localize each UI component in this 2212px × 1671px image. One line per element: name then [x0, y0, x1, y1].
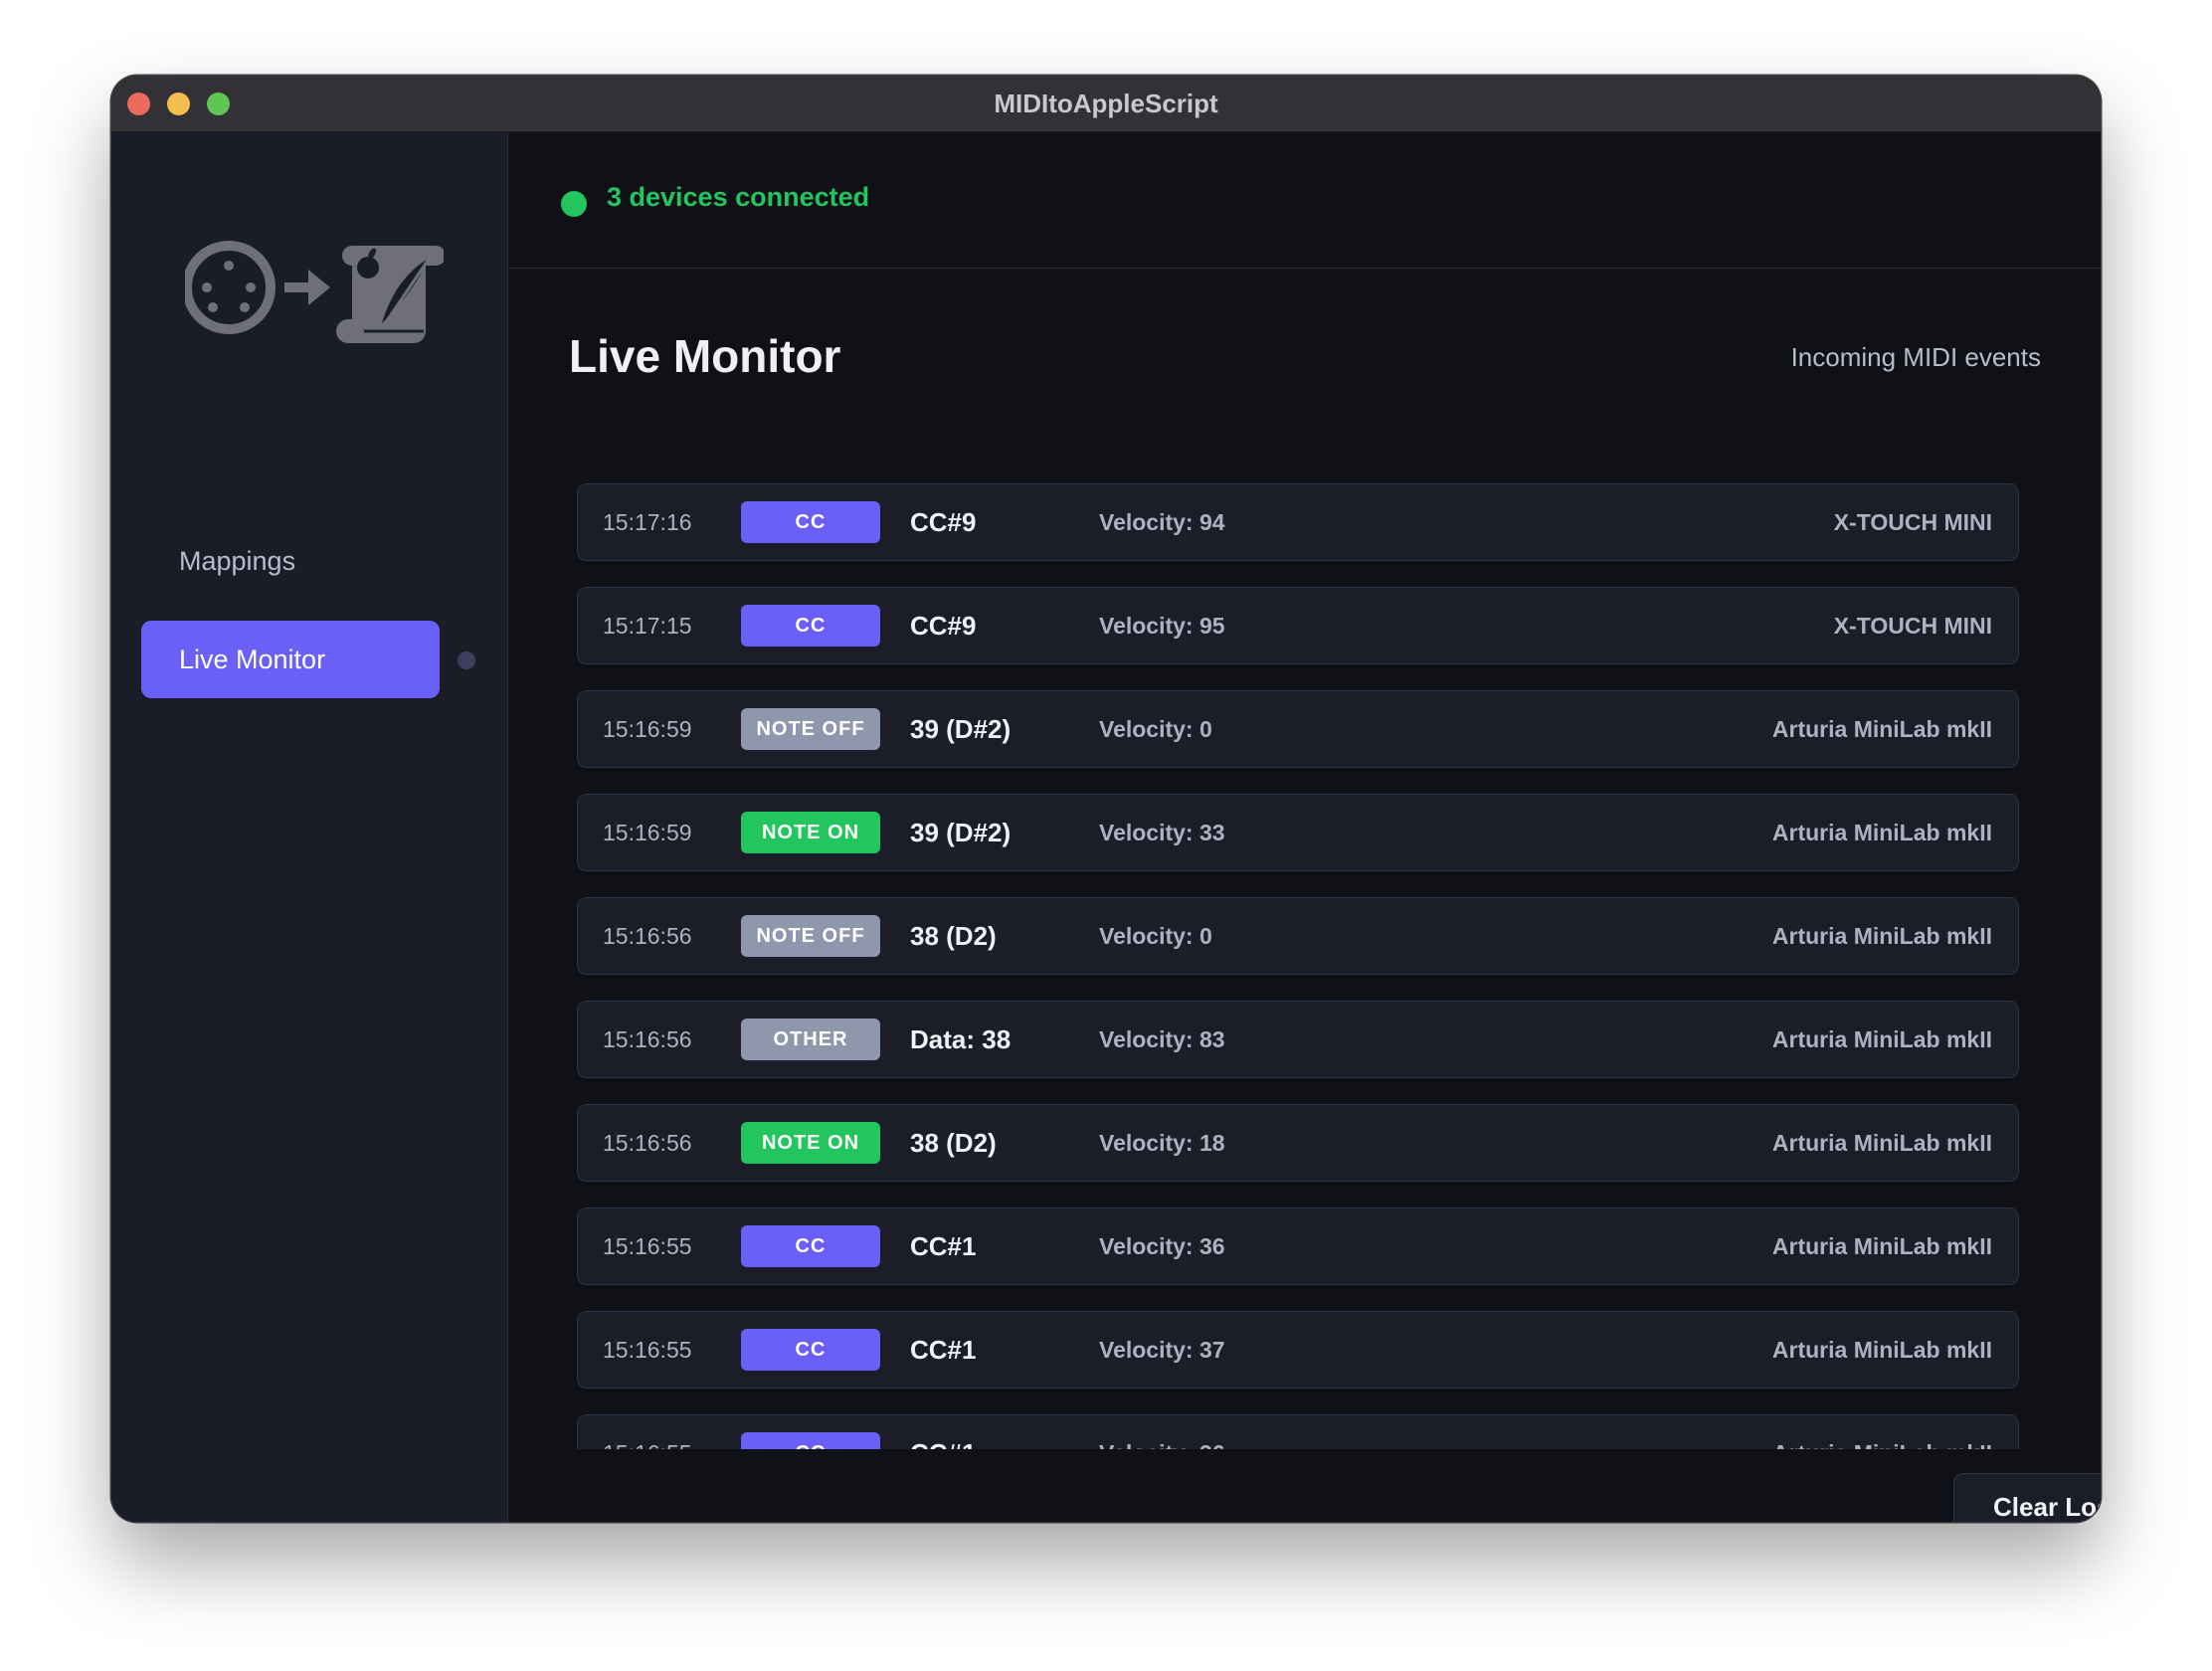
- event-row[interactable]: 15:16:56 NOTE ON 38 (D2) Velocity: 18 Arturi…: [577, 1104, 2019, 1182]
- event-type-badge: NOTE ON: [741, 812, 880, 853]
- event-time: 15:16:56: [603, 1026, 692, 1052]
- sidebar-item-mappings[interactable]: Mappings: [141, 522, 440, 600]
- event-row[interactable]: 15:16:55 CC CC#1 Velocity: 36 Arturia MiniLa…: [577, 1414, 2019, 1449]
- event-row[interactable]: 15:17:16 CC CC#9 Velocity: 94 X-TOUCH MINI: [577, 483, 2019, 561]
- event-time: 15:16:55: [603, 1415, 692, 1449]
- event-type-badge: CC: [741, 1225, 880, 1267]
- app-window: MIDItoAppleScript Mappings Live Monitor: [111, 76, 2101, 1522]
- event-row[interactable]: 15:16:56 OTHER Data: 38 Velocity: 83 Arturia…: [577, 1001, 2019, 1078]
- event-row[interactable]: 15:17:15 CC CC#9 Velocity: 95 X-TOUCH MINI: [577, 587, 2019, 664]
- event-type-badge: CC: [741, 1432, 880, 1449]
- event-velocity: Velocity: 83: [1099, 1026, 1225, 1052]
- event-message: CC#9: [910, 611, 977, 641]
- event-message: CC#9: [910, 507, 977, 537]
- event-velocity: Velocity: 36: [1099, 1233, 1225, 1259]
- event-type-badge: CC: [741, 501, 880, 543]
- event-list[interactable]: 15:17:16 CC CC#9 Velocity: 94 X-TOUCH MINI 15…: [577, 482, 2021, 1449]
- event-row[interactable]: 15:16:59 NOTE OFF 39 (D#2) Velocity: 0 Artur…: [577, 690, 2019, 768]
- event-time: 15:17:16: [603, 509, 692, 535]
- event-type-badge: CC: [741, 605, 880, 647]
- event-row[interactable]: 15:16:55 CC CC#1 Velocity: 36 Arturia MiniLa…: [577, 1207, 2019, 1285]
- event-device: Arturia MiniLab mkII: [1771, 1337, 1992, 1363]
- clear-log-button[interactable]: Clear Log: [1953, 1473, 2101, 1522]
- event-device: Arturia MiniLab mkII: [1771, 923, 1992, 949]
- sidebar-indicator-dot: [458, 651, 475, 669]
- window-title: MIDItoAppleScript: [994, 89, 1218, 118]
- event-message: 39 (D#2): [910, 714, 1012, 744]
- connection-status-text: 3 devices connected: [607, 182, 870, 212]
- sidebar-item-live-monitor[interactable]: Live Monitor: [141, 621, 440, 698]
- event-message: CC#1: [910, 1335, 977, 1365]
- page-subtitle: Incoming MIDI events: [1790, 342, 2041, 372]
- event-velocity: Velocity: 0: [1099, 716, 1212, 742]
- event-type-badge: OTHER: [741, 1019, 880, 1060]
- midi-to-applescript-logo-icon: [185, 241, 444, 343]
- event-row[interactable]: 15:16:56 NOTE OFF 38 (D2) Velocity: 0 Arturi…: [577, 897, 2019, 975]
- event-velocity: Velocity: 18: [1099, 1130, 1225, 1156]
- event-message: Data: 38: [910, 1024, 1012, 1054]
- event-velocity: Velocity: 37: [1099, 1337, 1225, 1363]
- event-velocity: Velocity: 36: [1099, 1415, 1225, 1449]
- event-device: X-TOUCH MINI: [1833, 509, 1992, 535]
- main-content: 3 devices connected Live Monitor Incomin…: [509, 132, 2101, 1522]
- event-time: 15:16:55: [603, 1233, 692, 1259]
- status-dot-icon: [561, 191, 587, 217]
- event-velocity: Velocity: 94: [1099, 509, 1225, 535]
- event-message: 39 (D#2): [910, 818, 1012, 847]
- event-device: Arturia MiniLab mkII: [1771, 1130, 1992, 1156]
- event-velocity: Velocity: 33: [1099, 820, 1225, 845]
- title-bar[interactable]: MIDItoAppleScript: [111, 76, 2101, 132]
- event-time: 15:17:15: [603, 613, 692, 639]
- event-type-badge: CC: [741, 1329, 880, 1371]
- event-time: 15:16:56: [603, 1130, 692, 1156]
- event-device: Arturia MiniLab mkII: [1772, 1415, 1992, 1449]
- page-title: Live Monitor: [569, 330, 841, 382]
- event-device: Arturia MiniLab mkII: [1771, 1233, 1992, 1259]
- event-row[interactable]: 15:16:59 NOTE ON 39 (D#2) Velocity: 33 Artur…: [577, 794, 2019, 871]
- event-message: 38 (D2): [910, 921, 997, 951]
- event-time: 15:16:59: [603, 716, 692, 742]
- event-time: 15:16:59: [603, 820, 692, 845]
- event-type-badge: NOTE OFF: [741, 708, 880, 750]
- event-velocity: Velocity: 0: [1099, 923, 1212, 949]
- sidebar: Mappings Live Monitor: [111, 132, 508, 1522]
- event-time: 15:16:55: [603, 1337, 692, 1363]
- event-message: CC#1: [910, 1415, 976, 1449]
- event-device: Arturia MiniLab mkII: [1771, 716, 1992, 742]
- event-device: X-TOUCH MINI: [1833, 613, 1992, 639]
- event-device: Arturia MiniLab mkII: [1771, 820, 1992, 845]
- event-type-badge: NOTE ON: [741, 1122, 880, 1164]
- event-velocity: Velocity: 95: [1099, 613, 1225, 639]
- event-device: Arturia MiniLab mkII: [1771, 1026, 1992, 1052]
- event-row[interactable]: 15:16:55 CC CC#1 Velocity: 37 Arturia MiniLa…: [577, 1311, 2019, 1389]
- event-type-badge: NOTE OFF: [741, 915, 880, 957]
- connection-status-bar: 3 devices connected: [509, 132, 2101, 269]
- event-time: 15:16:56: [603, 923, 692, 949]
- event-message: 38 (D2): [910, 1128, 997, 1158]
- event-message: CC#1: [910, 1231, 977, 1261]
